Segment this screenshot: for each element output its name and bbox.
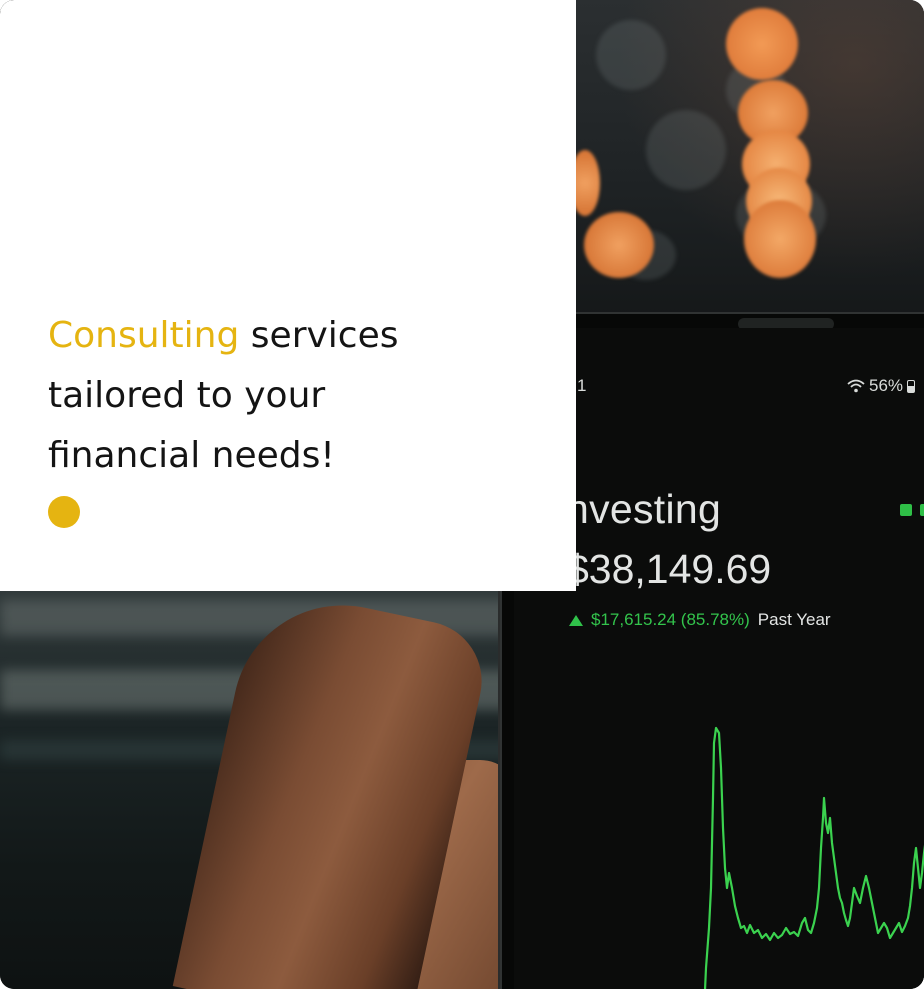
headline-line3: financial needs!: [48, 435, 335, 476]
chart-line: [703, 726, 924, 989]
headline: Consulting services tailored to your finan…: [48, 306, 518, 486]
headline-rest-line1: services: [239, 315, 399, 356]
hero-card: 1 56% nvesting $38,149.69 $17,615.24 (85…: [0, 0, 924, 989]
accent-dot: [48, 496, 80, 528]
headline-line2: tailored to your: [48, 375, 326, 416]
headline-panel: Consulting services tailored to your finan…: [0, 0, 576, 591]
headline-accent: Consulting: [48, 315, 240, 356]
bokeh-lights-photo: [570, 0, 924, 318]
